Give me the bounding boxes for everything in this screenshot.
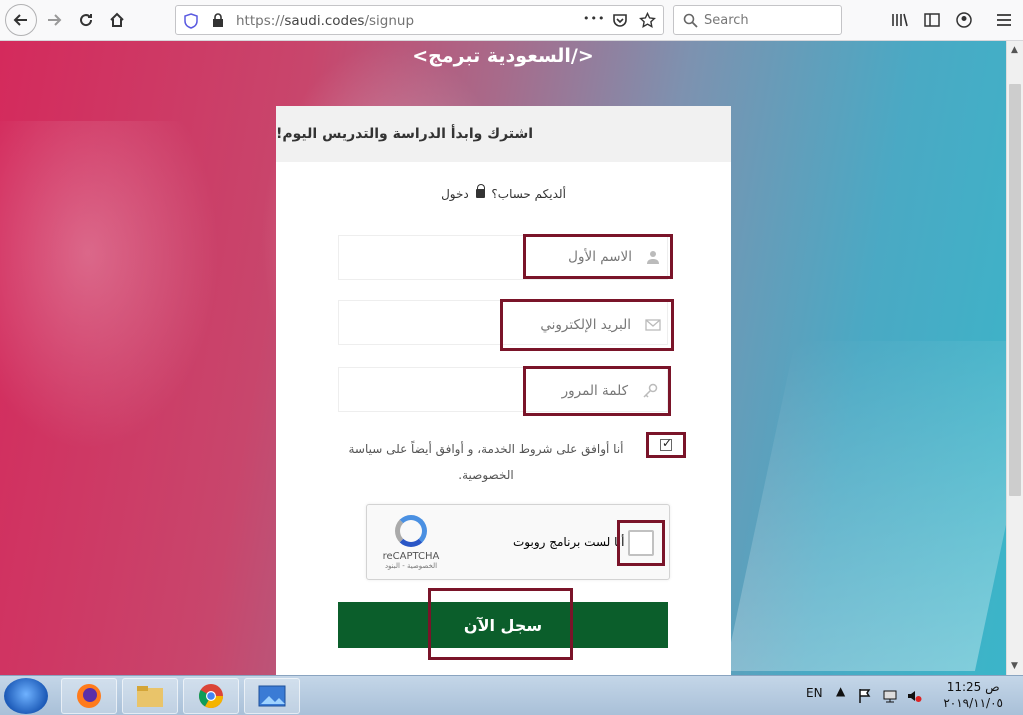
search-placeholder: Search xyxy=(704,13,749,28)
page-actions-menu[interactable]: ••• xyxy=(583,12,605,25)
email-field[interactable]: البريد الإلكتروني xyxy=(338,299,674,351)
tracking-shield-icon xyxy=(184,13,198,29)
account-button[interactable] xyxy=(950,6,978,34)
taskbar-firefox[interactable] xyxy=(61,678,117,714)
url-scheme: https:// xyxy=(236,13,285,29)
password-placeholder: كلمة المرور xyxy=(561,383,628,399)
search-bar[interactable]: Search xyxy=(673,5,842,35)
recaptcha-brand: reCAPTCHA xyxy=(382,551,440,562)
email-placeholder: البريد الإلكتروني xyxy=(540,317,631,333)
first-name-field[interactable]: الاسم الأول xyxy=(338,234,673,280)
forward-button[interactable] xyxy=(40,6,68,34)
folder-icon xyxy=(137,686,163,707)
bookmark-star-icon[interactable] xyxy=(639,12,656,29)
recaptcha-checkbox[interactable] xyxy=(628,530,654,556)
user-icon xyxy=(647,250,659,264)
url-text: https://saudi.codes/signup xyxy=(236,13,414,29)
taskbar-photo-viewer[interactable] xyxy=(244,678,300,714)
signup-submit-button[interactable]: سجل الآن xyxy=(338,602,668,648)
terms-text: أنا أوافق على شروط الخدمة، و أوافق أيضاً… xyxy=(348,442,624,482)
account-icon xyxy=(956,12,972,28)
url-bar[interactable]: https://saudi.codes/signup ••• xyxy=(175,5,664,35)
sidebar-button[interactable] xyxy=(918,6,946,34)
start-button[interactable] xyxy=(4,678,48,714)
first-name-highlight: الاسم الأول xyxy=(523,234,673,279)
card-header: اشترك وابدأ الدراسة والتدريس اليوم! xyxy=(276,106,731,162)
signup-card: اشترك وابدأ الدراسة والتدريس اليوم! ألدي… xyxy=(276,106,731,675)
clock-time: 11:25 ص xyxy=(946,680,1000,694)
first-name-placeholder: الاسم الأول xyxy=(568,248,632,265)
windows-taskbar: EN ▲ 11:25 ص ٢٠١٩/١١/٠٥ xyxy=(0,675,1023,715)
back-arrow-icon xyxy=(13,14,27,26)
home-button[interactable] xyxy=(103,6,131,34)
network-icon[interactable] xyxy=(882,688,898,704)
lock-icon xyxy=(475,184,486,198)
login-question: ألديكم حساب؟ xyxy=(491,187,566,201)
reload-button[interactable] xyxy=(72,6,100,34)
key-icon xyxy=(643,383,658,398)
library-button[interactable] xyxy=(886,6,914,34)
search-icon xyxy=(683,13,698,28)
site-title[interactable]: </السعودية تبرمج> xyxy=(0,45,1006,67)
library-icon xyxy=(892,13,908,27)
envelope-icon xyxy=(645,319,661,331)
home-icon xyxy=(110,12,124,27)
terms-checkbox[interactable] xyxy=(660,436,672,451)
terms-checkbox-highlight xyxy=(646,432,686,458)
recaptcha-label: أنا لست برنامج روبوت xyxy=(513,535,625,549)
firefox-icon xyxy=(77,684,101,708)
sidebar-icon xyxy=(924,13,940,27)
taskbar-explorer[interactable] xyxy=(122,678,178,714)
background-laptop xyxy=(724,341,1006,671)
scroll-up-arrow[interactable]: ▲ xyxy=(1011,45,1018,55)
chrome-icon xyxy=(198,684,223,709)
browser-toolbar: https://saudi.codes/signup ••• Search xyxy=(0,0,1023,41)
forward-arrow-icon xyxy=(48,14,62,26)
photo-viewer-icon xyxy=(258,685,286,707)
recaptcha-links[interactable]: الخصوصية - البنود xyxy=(381,562,441,570)
scroll-thumb[interactable] xyxy=(1009,84,1021,496)
recaptcha-icon xyxy=(395,515,427,547)
submit-label: سجل الآن xyxy=(463,615,543,635)
recaptcha-widget: reCAPTCHA الخصوصية - البنود أنا لست برنا… xyxy=(366,504,670,580)
scroll-down-arrow[interactable]: ▼ xyxy=(1011,661,1018,671)
hamburger-menu-icon xyxy=(997,14,1011,26)
taskbar-chrome[interactable] xyxy=(183,678,239,714)
recaptcha-logo: reCAPTCHA الخصوصية - البنود xyxy=(381,515,441,570)
login-link[interactable]: دخول xyxy=(441,187,469,201)
page-scrollbar[interactable]: ▲ ▼ xyxy=(1006,41,1023,675)
back-button[interactable] xyxy=(5,4,37,36)
volume-muted-icon[interactable] xyxy=(906,688,922,704)
recaptcha-checkbox-highlight xyxy=(617,520,665,566)
url-host: saudi.codes xyxy=(284,13,365,29)
card-heading: اشترك وابدأ الدراسة والتدريس اليوم! xyxy=(276,126,534,142)
background-person xyxy=(0,121,220,451)
url-path: /signup xyxy=(364,13,415,29)
lock-icon xyxy=(213,13,223,27)
clock-date: ٢٠١٩/١١/٠٥ xyxy=(943,696,1003,710)
action-center-flag-icon[interactable] xyxy=(858,688,872,704)
login-prompt: ألديكم حساب؟ دخول xyxy=(276,184,731,201)
pocket-icon[interactable] xyxy=(612,13,628,28)
password-field[interactable]: كلمة المرور xyxy=(338,366,671,416)
show-hidden-icons[interactable]: ▲ xyxy=(836,684,845,698)
password-highlight: كلمة المرور xyxy=(523,366,671,416)
reload-icon xyxy=(80,14,93,27)
page-content: </السعودية تبرمج> اشترك وابدأ الدراسة وا… xyxy=(0,41,1006,675)
menu-button[interactable] xyxy=(990,6,1018,34)
email-highlight: البريد الإلكتروني xyxy=(500,299,674,351)
language-indicator[interactable]: EN xyxy=(806,686,823,700)
system-clock[interactable]: 11:25 ص ٢٠١٩/١١/٠٥ xyxy=(943,679,1003,711)
